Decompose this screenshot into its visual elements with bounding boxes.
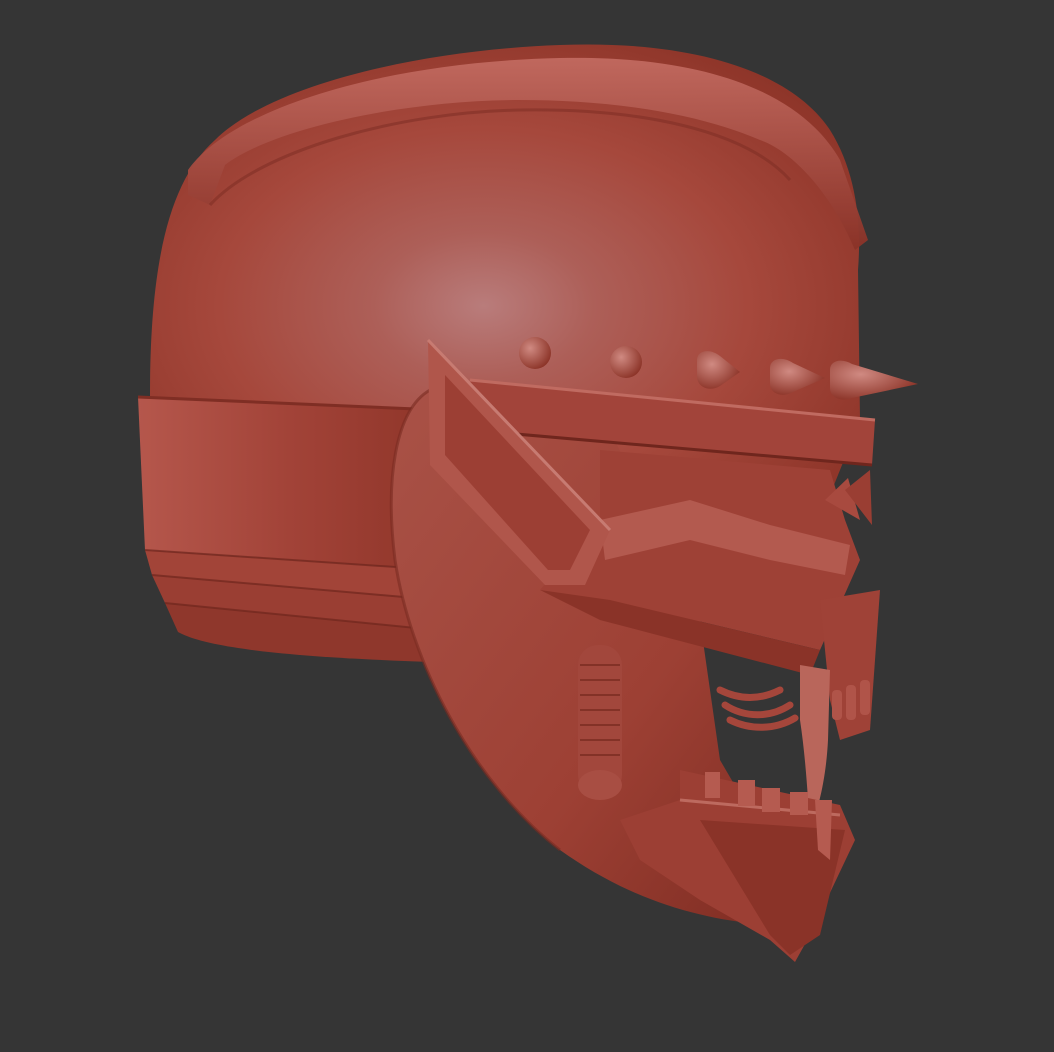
stud-1 <box>519 337 551 369</box>
sculpt-viewport[interactable] <box>0 0 1054 1052</box>
spike-3 <box>830 360 918 400</box>
helmet-render <box>137 44 918 962</box>
stud-2 <box>610 346 642 378</box>
mouth-tendons <box>716 686 799 731</box>
